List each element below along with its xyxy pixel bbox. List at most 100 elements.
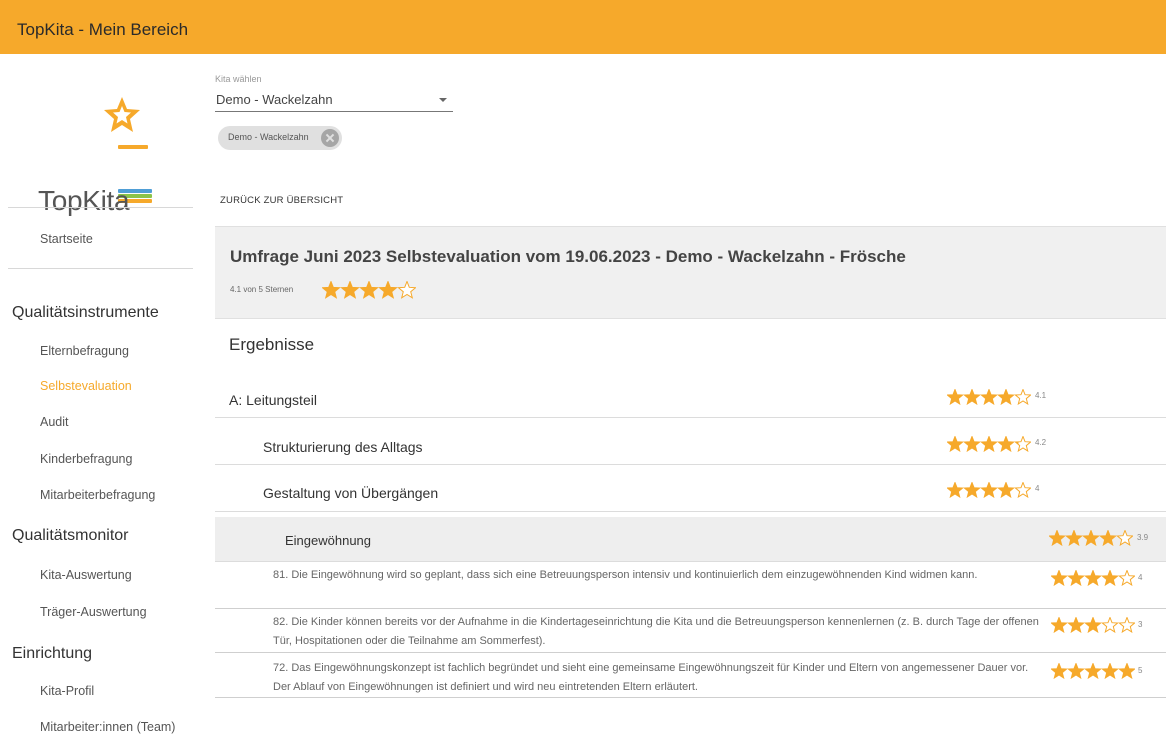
topkita-logo[interactable]: TopKita — [38, 95, 158, 235]
survey-rating-text: 4.1 von 5 Sternen — [230, 285, 294, 294]
star-rating — [1051, 617, 1135, 633]
star-rating — [1049, 530, 1133, 546]
star-icon — [1051, 617, 1068, 633]
sidebar-item-kinderbefragung[interactable]: Kinderbefragung — [40, 452, 132, 466]
star-icon — [980, 482, 998, 498]
sidebar-item-selbstevaluation[interactable]: Selbstevaluation — [40, 379, 132, 393]
app-header: TopKita - Mein Bereich — [0, 0, 1166, 54]
sidebar-item-kita-profil[interactable]: Kita-Profil — [40, 684, 94, 698]
kita-select[interactable]: Demo - Wackelzahn — [215, 88, 453, 112]
sidebar-item-traeger-auswertung[interactable]: Träger-Auswertung — [40, 605, 147, 619]
star-icon — [1049, 530, 1066, 546]
logo-star-icon — [104, 97, 140, 132]
question-text: 81. Die Eingewöhnung wird so geplant, da… — [273, 569, 978, 581]
star-icon — [997, 482, 1015, 498]
question-score: 4 — [1138, 573, 1143, 582]
sidebar-item-elternbefragung[interactable]: Elternbefragung — [40, 344, 129, 358]
survey-header: Umfrage Juni 2023 Selbstevaluation vom 1… — [215, 226, 1166, 319]
result-row-strukturierung[interactable]: Strukturierung des Alltags 4.2 — [215, 418, 1166, 465]
star-icon — [1051, 663, 1068, 679]
question-row-72: 72. Das Eingewöhnungskonzept ist fachlic… — [215, 653, 1166, 698]
star-icon — [980, 436, 998, 452]
survey-title: Umfrage Juni 2023 Selbstevaluation vom 1… — [230, 247, 906, 266]
star-icon — [1014, 482, 1031, 498]
sidebar-item-mitarbeiterinnen-team[interactable]: Mitarbeiter:innen (Team) — [40, 720, 175, 734]
question-score: 5 — [1138, 666, 1143, 675]
question-row-81: 81. Die Eingewöhnung wird so geplant, da… — [215, 562, 1166, 609]
question-text: 72. Das Eingewöhnungskonzept ist fachlic… — [273, 662, 1029, 693]
star-icon — [997, 436, 1015, 452]
result-score: 4.2 — [1035, 438, 1047, 447]
kita-filter-chip: Demo - Wackelzahn — [218, 126, 342, 150]
app-title: TopKita - Mein Bereich — [17, 20, 189, 39]
star-rating — [1051, 663, 1135, 679]
sidebar-section-qualitaetsinstrumente: Qualitätsinstrumente — [12, 304, 159, 321]
star-icon — [1101, 617, 1119, 633]
star-icon — [322, 281, 341, 299]
star-icon — [1051, 570, 1068, 586]
star-rating — [947, 436, 1031, 452]
star-icon — [1067, 663, 1085, 679]
star-icon — [1082, 530, 1100, 546]
star-rating — [1051, 570, 1135, 586]
star-icon — [1084, 617, 1102, 633]
star-icon — [1099, 530, 1117, 546]
results-section: Ergebnisse A: Leitungsteil 4.1 Strukturi… — [215, 319, 1166, 751]
sidebar-section-qualitaetsmonitor: Qualitätsmonitor — [12, 527, 129, 544]
star-icon — [947, 389, 964, 405]
star-icon — [1118, 570, 1135, 586]
star-icon — [947, 482, 964, 498]
kita-select-value: Demo - Wackelzahn — [216, 92, 333, 107]
sidebar-divider — [8, 268, 193, 269]
survey-star-rating — [322, 281, 416, 299]
sidebar-item-audit[interactable]: Audit — [40, 415, 69, 429]
main-content: Kita wählen Demo - Wackelzahn Demo - Wac… — [203, 54, 1166, 751]
chevron-down-icon — [439, 98, 447, 102]
star-icon — [1101, 570, 1119, 586]
result-row-label: Gestaltung von Übergängen — [263, 485, 439, 501]
star-icon — [1116, 530, 1133, 546]
star-icon — [963, 482, 981, 498]
star-icon — [1067, 570, 1085, 586]
result-row-eingewoehnung[interactable]: Eingewöhnung 3.9 — [215, 517, 1166, 562]
result-row-leitungsteil[interactable]: A: Leitungsteil 4.1 — [215, 371, 1166, 418]
results-title: Ergebnisse — [229, 335, 315, 354]
star-icon — [1014, 389, 1031, 405]
chip-label: Demo - Wackelzahn — [228, 132, 309, 142]
sidebar: TopKita Startseite Qualitätsinstrumente … — [0, 54, 203, 751]
result-score: 4 — [1035, 484, 1040, 493]
star-icon — [997, 389, 1015, 405]
question-row-82: 82. Die Kinder können bereits vor der Au… — [215, 609, 1166, 653]
result-row-label: Eingewöhnung — [285, 533, 372, 548]
star-icon — [1067, 617, 1085, 633]
star-rating — [947, 389, 1031, 405]
result-row-uebergaenge[interactable]: Gestaltung von Übergängen 4 — [215, 465, 1166, 512]
star-icon — [1084, 570, 1102, 586]
star-icon — [1014, 436, 1031, 452]
star-icon — [1118, 617, 1135, 633]
star-icon — [340, 281, 360, 299]
back-to-overview-link[interactable]: ZURÜCK ZUR ÜBERSICHT — [220, 195, 343, 206]
star-icon — [947, 436, 964, 452]
result-row-label: A: Leitungsteil — [229, 392, 317, 408]
star-icon — [397, 281, 416, 299]
star-icon — [378, 281, 398, 299]
sidebar-item-startseite[interactable]: Startseite — [40, 232, 93, 246]
star-icon — [1065, 530, 1083, 546]
star-icon — [963, 389, 981, 405]
question-score: 3 — [1138, 620, 1143, 629]
star-icon — [359, 281, 379, 299]
sidebar-divider — [8, 207, 193, 208]
sidebar-item-kita-auswertung[interactable]: Kita-Auswertung — [40, 568, 132, 582]
result-score: 4.1 — [1035, 391, 1047, 400]
logo-wordmark: TopKita — [38, 185, 130, 216]
sidebar-item-mitarbeiterbefragung[interactable]: Mitarbeiterbefragung — [40, 488, 155, 502]
star-icon — [1101, 663, 1119, 679]
star-icon — [1118, 663, 1135, 679]
sidebar-section-einrichtung: Einrichtung — [12, 645, 93, 662]
star-icon — [963, 436, 981, 452]
chip-remove-icon[interactable] — [321, 129, 339, 147]
star-icon — [980, 389, 998, 405]
result-row-label: Strukturierung des Alltags — [263, 439, 423, 455]
result-score: 3.9 — [1137, 533, 1149, 542]
